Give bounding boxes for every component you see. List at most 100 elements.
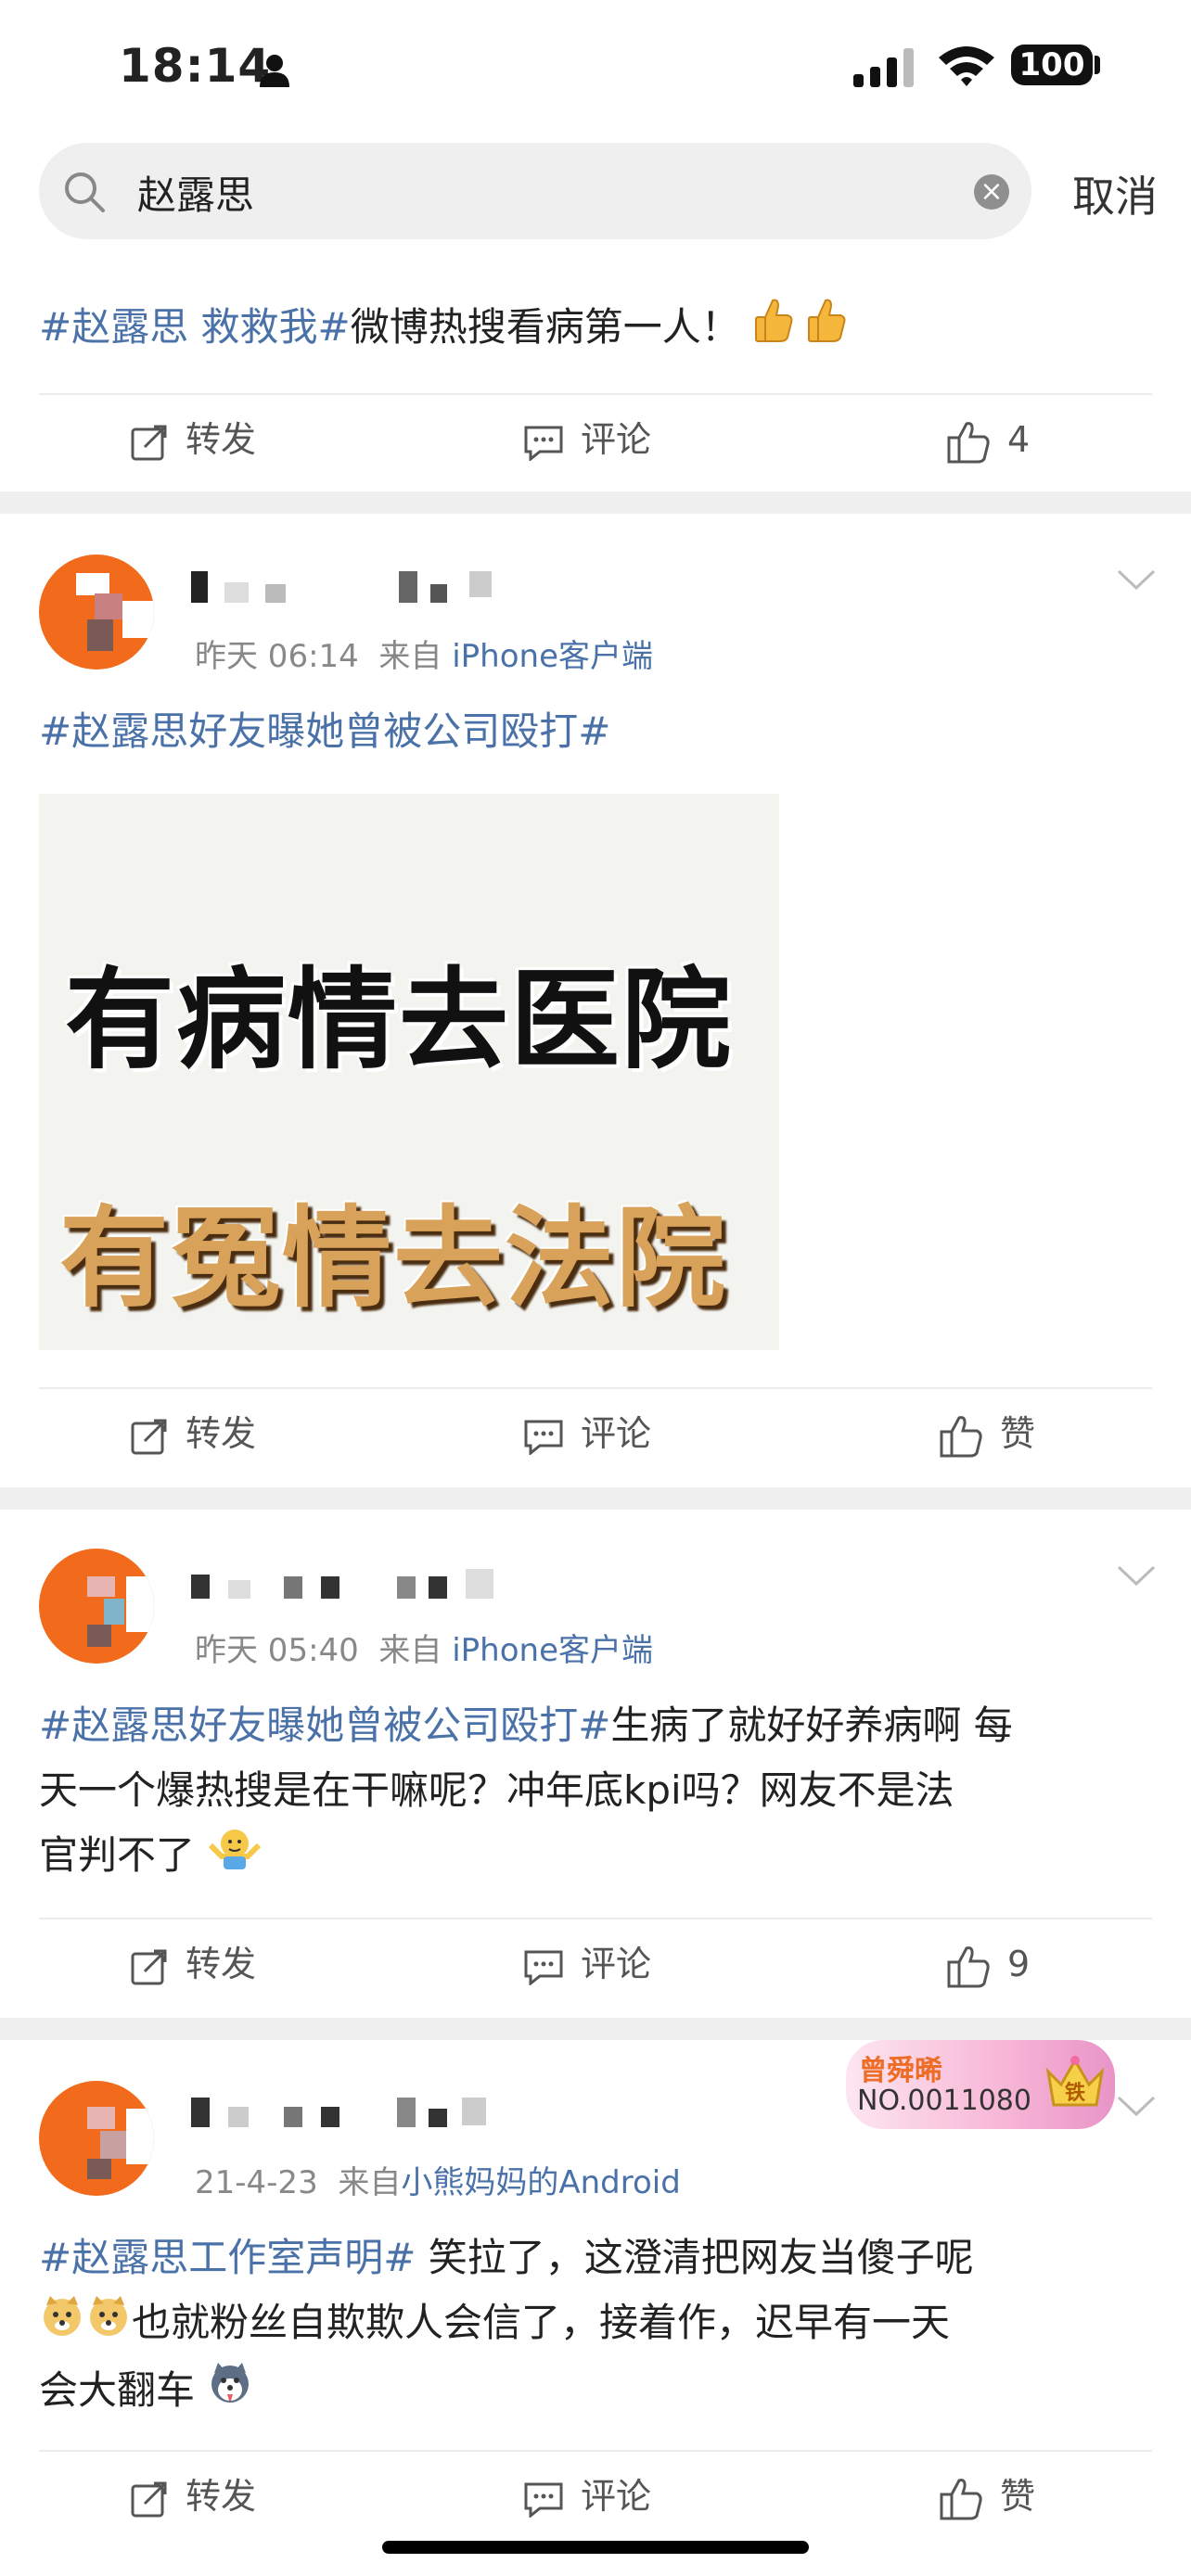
comment-button[interactable]: 评论 — [523, 414, 651, 465]
like-icon — [947, 1945, 990, 1987]
avatar[interactable] — [39, 555, 154, 670]
post-body: 微博热搜看病第一人！ — [350, 304, 740, 350]
like-button[interactable]: 赞 — [939, 1408, 1035, 1460]
search-input[interactable] — [135, 167, 928, 217]
like-icon — [940, 2478, 982, 2519]
comment-button[interactable]: 评论 — [523, 1408, 651, 1460]
battery-indicator: 100 — [1011, 45, 1093, 85]
chevron-down-icon[interactable] — [1117, 567, 1156, 592]
cancel-button[interactable]: 取消 — [1072, 163, 1158, 224]
like-label: 赞 — [1000, 1413, 1036, 1454]
post-hashtag[interactable]: #赵露思好友曝她曾被公司殴打# — [39, 1702, 610, 1748]
post-text: #赵露思 救救我#微博热搜看病第一人！ — [39, 295, 1152, 363]
repost-button[interactable]: 转发 — [130, 414, 256, 465]
clear-search-icon[interactable]: × — [974, 174, 1009, 210]
post-separator — [0, 491, 1191, 514]
wifi-icon — [939, 46, 994, 86]
comment-button[interactable]: 评论 — [523, 2470, 651, 2522]
divider — [39, 1918, 1152, 1919]
comment-label: 评论 — [581, 419, 652, 460]
shrug-emoji-icon — [207, 1825, 263, 1891]
repost-label: 转发 — [186, 419, 257, 460]
repost-icon — [131, 425, 167, 460]
post-time: 昨天 06:14 — [195, 638, 359, 675]
post-hashtag[interactable]: #赵露思 救救我# — [39, 304, 351, 350]
repost-label: 转发 — [186, 1413, 257, 1454]
person-icon — [260, 55, 289, 87]
thumbs-up-emoji-icon — [752, 297, 793, 363]
like-button[interactable]: 赞 — [939, 2470, 1035, 2522]
comment-label: 评论 — [581, 1413, 652, 1454]
like-count: 9 — [1007, 1944, 1031, 1984]
search-row: × 取消 — [0, 139, 1191, 250]
avatar[interactable] — [39, 1549, 154, 1664]
crown-icon: 铁 — [1043, 2051, 1108, 2120]
post-hashtag[interactable]: #赵露思好友曝她曾被公司殴打# — [39, 708, 610, 754]
post-separator — [0, 2018, 1191, 2040]
status-time: 18:14 — [119, 39, 272, 93]
comment-label: 评论 — [581, 1944, 652, 1984]
repost-label: 转发 — [186, 1944, 257, 1984]
post-source[interactable]: iPhone客户端 — [452, 1632, 653, 1669]
like-label: 赞 — [1000, 2476, 1036, 2517]
comment-icon — [524, 426, 563, 462]
repost-icon — [131, 1949, 167, 1984]
divider — [39, 1387, 1152, 1389]
avatar[interactable] — [39, 2081, 154, 2196]
post-source[interactable]: iPhone客户端 — [452, 638, 653, 675]
like-button[interactable]: 4 — [946, 414, 1030, 465]
post-text: #赵露思工作室声明# 笑拉了，这澄清把网友当傻子呢 也就粉丝自欺欺人会信了，接着… — [39, 2225, 1152, 2426]
post-text: #赵露思好友曝她曾被公司殴打#生病了就好好养病啊 每 天一个爆热搜是在干嘛呢？冲… — [39, 1693, 1152, 1891]
like-button[interactable]: 9 — [946, 1938, 1030, 1990]
post-body-line2: 也就粉丝自欺欺人会信了，接着作，迟早有一天 — [132, 2300, 951, 2345]
post-separator — [0, 1487, 1191, 1510]
status-bar: 18:14 100 — [0, 0, 1191, 139]
battery-tip — [1095, 56, 1100, 74]
crown-char: 铁 — [1065, 2081, 1085, 2105]
fan-badge[interactable]: 曾舜晞 NO.0011080 铁 — [846, 2040, 1115, 2129]
image-caption-line2: 有冤情去法院 — [59, 1194, 728, 1322]
chevron-down-icon[interactable] — [1117, 1563, 1156, 1588]
comment-label: 评论 — [581, 2476, 652, 2517]
search-box[interactable]: × — [39, 143, 1031, 239]
post-meta: 21-4-23 来自小熊妈妈的Android — [195, 2157, 681, 2202]
comment-icon — [524, 2482, 563, 2519]
chevron-down-icon[interactable] — [1117, 2094, 1156, 2118]
doge-emoji-icon — [85, 2292, 132, 2358]
post-body-line2: 天一个爆热搜是在干嘛呢？冲年底kpi吗？网友不是法 — [39, 1767, 954, 1813]
husky-emoji-icon — [207, 2360, 253, 2426]
post-text: #赵露思好友曝她曾被公司殴打# — [39, 699, 1152, 764]
post-action-bar: 转发 评论 赞 — [0, 2450, 1191, 2543]
like-icon — [940, 1415, 982, 1457]
comment-icon — [524, 1420, 563, 1456]
post-time: 昨天 05:40 — [195, 1632, 359, 1669]
post-source[interactable]: 小熊妈妈的Android — [401, 2164, 680, 2201]
repost-button[interactable]: 转发 — [130, 1408, 256, 1460]
badge-number: NO.0011080 — [857, 2085, 1031, 2117]
doge-emoji-icon — [39, 2292, 85, 2358]
home-indicator[interactable] — [382, 2541, 809, 2554]
post-body-line3: 会大翻车 — [39, 2367, 196, 2413]
post-from: 来自 — [338, 2164, 402, 2201]
post-meta: 昨天 06:14 来自 iPhone客户端 — [195, 631, 653, 676]
like-count: 4 — [1007, 419, 1031, 460]
image-caption-line1: 有病情去医院 — [65, 956, 734, 1084]
post-time: 21-4-23 — [195, 2164, 318, 2201]
divider — [39, 393, 1152, 395]
thumbs-up-emoji-icon — [805, 297, 846, 363]
post-image[interactable]: 有病情去医院 有冤情去法院 — [39, 794, 779, 1350]
search-icon — [65, 172, 105, 212]
comment-button[interactable]: 评论 — [523, 1938, 651, 1990]
post-hashtag[interactable]: #赵露思工作室声明# — [39, 2235, 416, 2280]
comment-icon — [524, 1950, 563, 1986]
post-action-bar: 转发 评论 赞 — [0, 1387, 1191, 1480]
post-body-line1: 生病了就好好养病啊 每 — [610, 1702, 1013, 1748]
badge-title: 曾舜晞 — [859, 2055, 942, 2087]
post-body-line3: 官判不了 — [39, 1832, 196, 1878]
like-icon — [947, 421, 990, 463]
repost-button[interactable]: 转发 — [130, 2470, 256, 2522]
post-meta: 昨天 05:40 来自 iPhone客户端 — [195, 1625, 653, 1670]
post-body-line1: 笑拉了，这澄清把网友当傻子呢 — [416, 2235, 974, 2280]
divider — [39, 2450, 1152, 2452]
repost-button[interactable]: 转发 — [130, 1938, 256, 1990]
